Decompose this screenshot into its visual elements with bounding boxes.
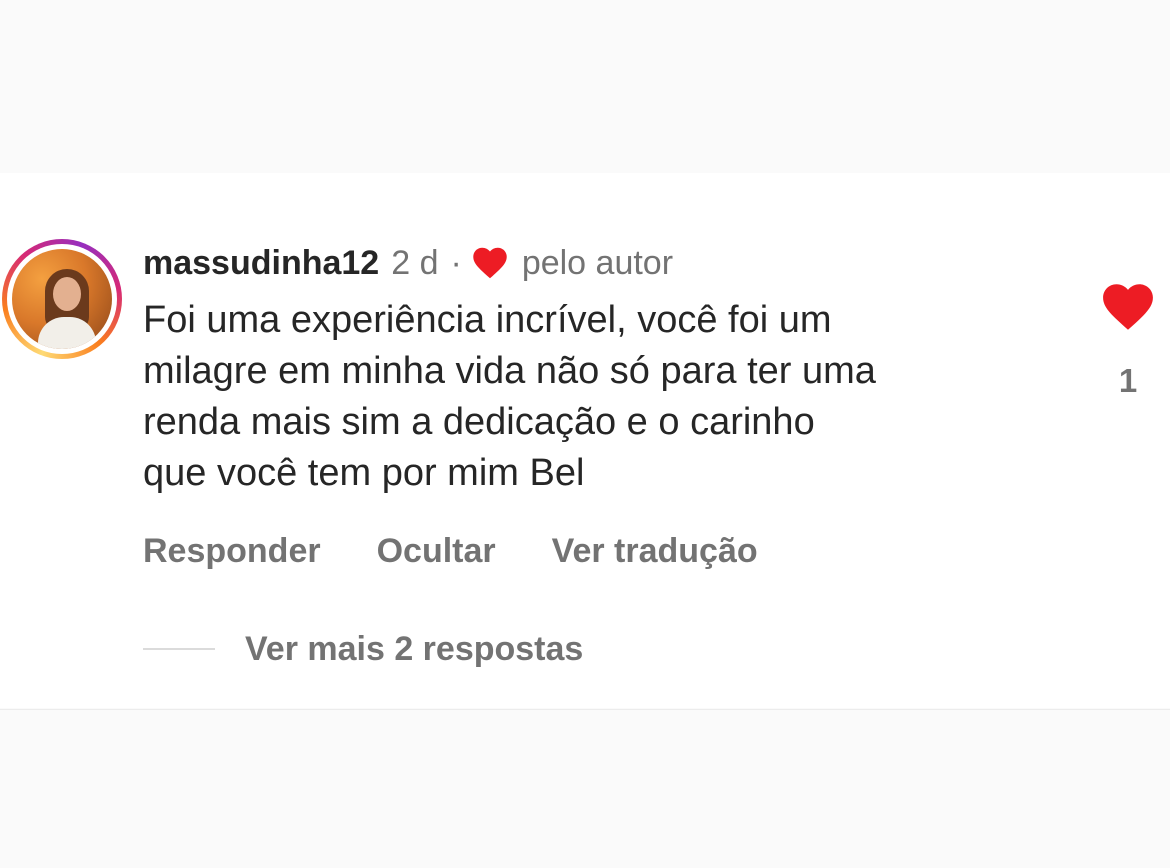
avatar-face <box>53 277 81 311</box>
top-background <box>0 0 1170 173</box>
liked-by-author-label: pelo autor <box>521 243 674 282</box>
reply-button[interactable]: Responder <box>143 532 321 571</box>
heart-filled-icon <box>1103 284 1153 330</box>
heart-icon <box>473 247 507 279</box>
comment-text-line: Foi uma experiência incrível, você foi u… <box>143 299 832 341</box>
comment-text-line: renda mais sim a dedicação e o carinho <box>143 401 815 443</box>
replies-divider-line <box>143 648 215 650</box>
hide-button[interactable]: Ocultar <box>377 532 496 571</box>
comment-card: massudinha12 2 d · pelo autor Foi uma ex… <box>0 173 1170 708</box>
like-button[interactable] <box>1102 283 1154 331</box>
view-replies-button[interactable]: Ver mais 2 respostas <box>143 625 583 673</box>
comment-actions: Responder Ocultar Ver tradução <box>143 527 758 575</box>
translate-button[interactable]: Ver tradução <box>552 532 758 571</box>
avatar[interactable] <box>2 239 122 359</box>
comment-meta: massudinha12 2 d · pelo autor <box>143 239 673 287</box>
comment-text-line: que você tem por mim Bel <box>143 452 585 494</box>
comment-time: 2 d <box>391 243 439 282</box>
view-replies-label: Ver mais 2 respostas <box>245 629 584 668</box>
meta-separator: · <box>450 243 462 282</box>
username[interactable]: massudinha12 <box>143 244 379 283</box>
comment-text: Foi uma experiência incrível, você foi u… <box>143 295 1063 499</box>
avatar-photo <box>12 249 112 349</box>
comment-text-line: milagre em minha vida não só para ter um… <box>143 350 876 392</box>
bottom-background <box>0 709 1170 868</box>
like-count: 1 <box>1118 362 1138 399</box>
